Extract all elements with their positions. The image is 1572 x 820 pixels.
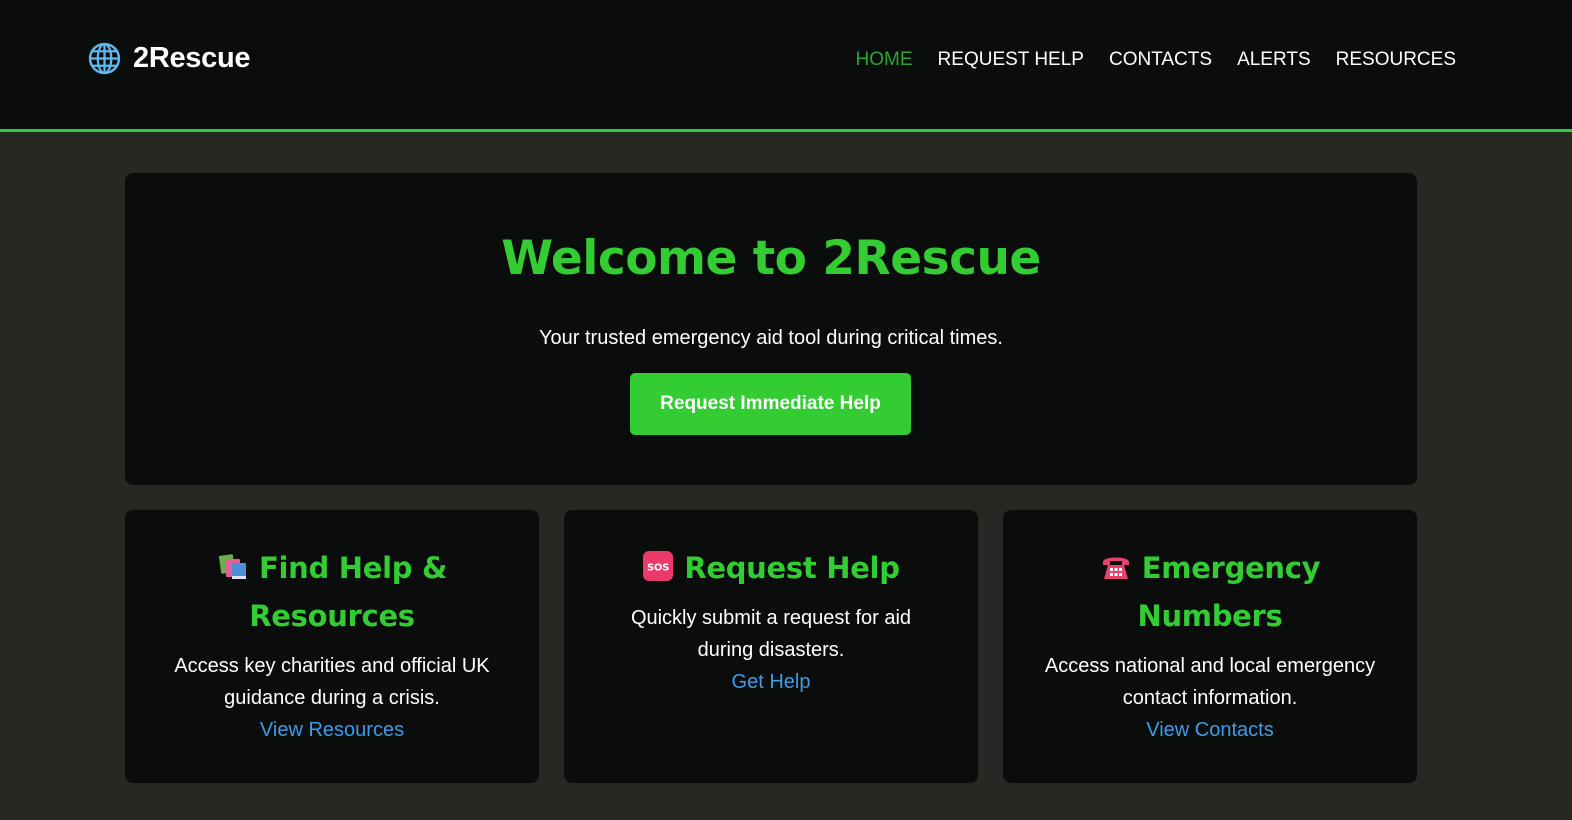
card-description: Access national and local emergency cont… bbox=[1044, 655, 1376, 709]
globe-icon bbox=[88, 42, 121, 75]
card-title: Emergency Numbers bbox=[1043, 544, 1377, 640]
card-title-text: Emergency Numbers bbox=[1137, 551, 1321, 633]
books-icon bbox=[218, 554, 246, 579]
request-help-card: SOS Request Help Quickly submit a reques… bbox=[564, 510, 978, 783]
nav-home[interactable]: HOME bbox=[856, 49, 913, 71]
top-navbar: 2Rescue HOME REQUEST HELP CONTACTS ALERT… bbox=[0, 0, 1572, 132]
nav-resources[interactable]: RESOURCES bbox=[1336, 49, 1456, 71]
get-help-link[interactable]: Get Help bbox=[732, 666, 811, 698]
hero-panel: Welcome to 2Rescue Your trusted emergenc… bbox=[125, 173, 1417, 485]
request-immediate-help-button[interactable]: Request Immediate Help bbox=[630, 373, 911, 435]
card-title-text: Request Help bbox=[684, 551, 900, 585]
resources-card: Find Help & Resources Access key chariti… bbox=[125, 510, 539, 783]
card-title-text: Find Help & Resources bbox=[249, 551, 447, 633]
brand-name: 2Rescue bbox=[133, 42, 251, 74]
hero-title: Welcome to 2Rescue bbox=[501, 231, 1041, 286]
nav-alerts[interactable]: ALERTS bbox=[1237, 49, 1311, 71]
view-resources-link[interactable]: View Resources bbox=[260, 714, 404, 746]
nav-request-help[interactable]: REQUEST HELP bbox=[938, 49, 1084, 71]
telephone-icon bbox=[1102, 557, 1129, 579]
main-nav: HOME REQUEST HELP CONTACTS ALERTS RESOUR… bbox=[856, 49, 1456, 71]
view-contacts-link[interactable]: View Contacts bbox=[1146, 714, 1273, 746]
sos-icon: SOS bbox=[643, 551, 674, 581]
emergency-numbers-card: Emergency Numbers Access national and lo… bbox=[1003, 510, 1417, 783]
card-title: SOS Request Help bbox=[604, 544, 938, 592]
card-title: Find Help & Resources bbox=[165, 544, 499, 640]
hero-subtitle: Your trusted emergency aid tool during c… bbox=[539, 327, 1003, 349]
nav-contacts[interactable]: CONTACTS bbox=[1109, 49, 1212, 71]
card-description: Quickly submit a request for aid during … bbox=[630, 607, 912, 661]
brand-logo-link[interactable]: 2Rescue bbox=[88, 42, 251, 75]
card-description: Access key charities and official UK gui… bbox=[174, 655, 490, 709]
svg-text:SOS: SOS bbox=[647, 563, 669, 574]
